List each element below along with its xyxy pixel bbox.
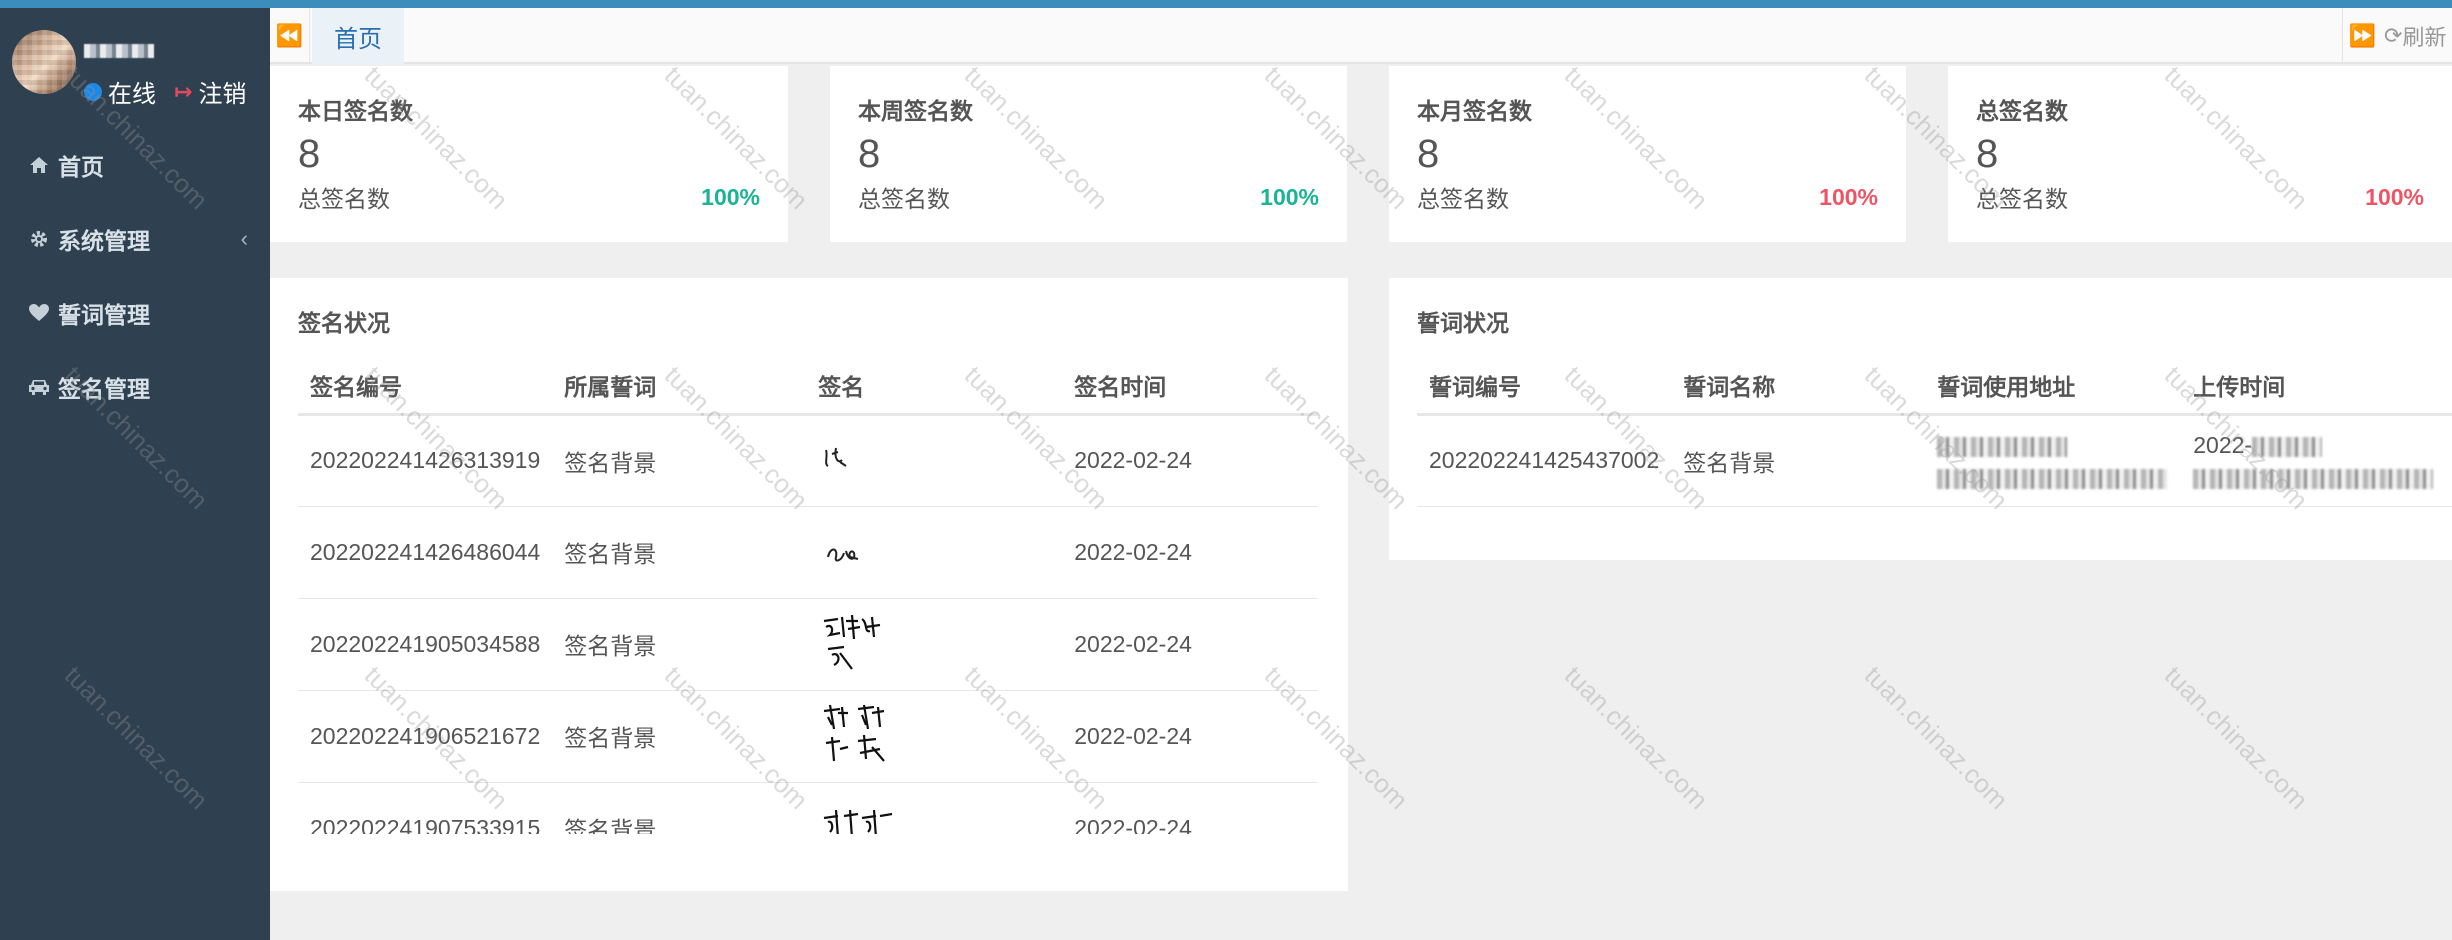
table-row[interactable]: 202202241426313919 签名背景 2022-02-24 [298, 414, 1318, 507]
table-row[interactable]: 202202241426486044 签名背景 2022-02-24 [298, 506, 1318, 599]
watermark-text: tuan.chinaz.com [1558, 660, 1714, 816]
sidebar-item-label: 誓词管理 [58, 302, 150, 328]
table-row[interactable]: 202202241907533915 签名背景 2022-02-24 [298, 782, 1318, 834]
stat-subtitle: 总签名数 [1417, 186, 1509, 212]
signature-id: 202202241426486044 [298, 506, 553, 599]
tab-scroll-left-icon[interactable]: ⏪ [270, 8, 310, 64]
online-label: 在线 [108, 81, 156, 108]
signature-image [806, 414, 1063, 507]
column-header[interactable]: 誓词编号 [1417, 358, 1672, 416]
refresh-icon: ⟳ [2384, 23, 2403, 48]
stat-card-month: 本月签名数 8 总签名数 100% [1389, 66, 1906, 242]
stat-card-week: 本周签名数 8 总签名数 100% [830, 66, 1347, 242]
stat-value: 8 [1976, 132, 1999, 176]
table-row[interactable]: 202202241905034588 签名背景 2022-02-24 [298, 598, 1318, 691]
home-icon [24, 155, 54, 175]
oath-upload-time: 2022- [2181, 414, 2452, 507]
signature-image [806, 506, 1063, 599]
signature-oath: 签名背景 [552, 506, 807, 599]
stat-percent: 100% [701, 184, 760, 210]
sidebar-item-label: 签名管理 [58, 376, 150, 402]
stat-percent: 100% [2365, 184, 2424, 210]
sidebar-nav: 首页 系统管理 ‹ 誓词管理 签名管理 [0, 128, 270, 424]
signature-id: 202202241907533915 [298, 782, 553, 834]
signature-oath: 签名背景 [552, 782, 807, 834]
column-header[interactable]: 所属誓词 [552, 358, 807, 416]
signature-image [806, 598, 1063, 691]
signature-time: 2022-02-24 [1062, 598, 1318, 691]
watermark-text: tuan.chinaz.com [1858, 660, 2014, 816]
signature-oath: 签名背景 [552, 414, 807, 507]
column-header[interactable]: 签名时间 [1062, 358, 1318, 416]
refresh-label: 刷新 [2402, 25, 2447, 50]
sidebar-item-home[interactable]: 首页 [0, 128, 270, 202]
refresh-button[interactable]: ⟳ 刷新 [2384, 8, 2446, 64]
column-header[interactable]: 签名编号 [298, 358, 553, 416]
oath-url-redacted [1925, 414, 2182, 507]
stat-subtitle: 总签名数 [298, 186, 390, 212]
signatures-table: 签名编号 所属誓词 签名 签名时间 202202241426313919 签名背… [298, 358, 1318, 834]
heart-icon [24, 303, 54, 323]
column-header[interactable]: 誓词名称 [1671, 358, 1926, 416]
stat-subtitle: 总签名数 [858, 186, 950, 212]
sidebar-item-signature[interactable]: 签名管理 [0, 350, 270, 424]
signatures-panel: 签名状况 签名编号 所属誓词 签名 签名时间 20220224142631391… [270, 278, 1348, 891]
stat-percent: 100% [1260, 184, 1319, 210]
watermark-text: tuan.chinaz.com [2158, 660, 2314, 816]
stat-title: 总签名数 [1976, 98, 2068, 124]
stat-card-today: 本日签名数 8 总签名数 100% [270, 66, 788, 242]
signature-oath: 签名背景 [552, 598, 807, 691]
oath-name: 签名背景 [1671, 414, 1926, 507]
signature-image [806, 782, 1063, 834]
sidebar-item-label: 首页 [58, 154, 104, 180]
sidebar-item-label: 系统管理 [58, 228, 150, 254]
stat-subtitle: 总签名数 [1976, 186, 2068, 212]
column-header[interactable]: 上传时间 [2181, 358, 2452, 416]
sidebar-item-oath[interactable]: 誓词管理 [0, 276, 270, 350]
oaths-panel: 誓词状况 誓词编号 誓词名称 誓词使用地址 上传时间 2022022414254… [1389, 278, 2452, 560]
signature-time: 2022-02-24 [1062, 782, 1318, 834]
oath-id: 202202241425437002 [1417, 414, 1672, 507]
column-header[interactable]: 誓词使用地址 [1925, 358, 2182, 416]
signature-time: 2022-02-24 [1062, 506, 1318, 599]
signatures-scroll-area[interactable]: 签名编号 所属誓词 签名 签名时间 202202241426313919 签名背… [270, 278, 1318, 834]
sidebar-item-system[interactable]: 系统管理 ‹ [0, 202, 270, 276]
stat-value: 8 [1417, 132, 1440, 176]
sidebar: 在线 ↦ 注销 首页 系统管理 ‹ 誓词管理 签名管理 [0, 8, 270, 940]
tab-scroll-right-icon[interactable]: ⏩ [2342, 8, 2382, 64]
avatar[interactable] [12, 30, 76, 94]
logout-icon[interactable]: ↦ [174, 79, 192, 105]
username-redacted [84, 44, 154, 58]
stat-card-total: 总签名数 8 总签名数 100% [1948, 66, 2452, 242]
signature-oath: 签名背景 [552, 690, 807, 783]
tab-home[interactable]: 首页 [312, 8, 404, 64]
table-row[interactable]: 202202241906521672 签名背景 2022-02-24 [298, 690, 1318, 783]
upload-time-prefix: 2022- [2193, 432, 2253, 458]
stat-value: 8 [858, 132, 881, 176]
column-header[interactable]: 签名 [806, 358, 1063, 416]
stat-title: 本周签名数 [858, 98, 973, 124]
logout-link[interactable]: 注销 [198, 74, 246, 109]
stat-title: 本日签名数 [298, 98, 413, 124]
chevron-left-icon: ‹ [240, 226, 248, 251]
top-accent-strip [0, 0, 2452, 8]
signature-id: 202202241906521672 [298, 690, 553, 783]
tab-bar: ⏪ 首页 ⏩ ⟳ 刷新 [270, 8, 2452, 64]
table-row[interactable]: 202202241425437002 签名背景 2022- [1417, 414, 2452, 507]
gear-icon [24, 229, 54, 249]
signature-id: 202202241426313919 [298, 414, 553, 507]
signature-time: 2022-02-24 [1062, 414, 1318, 507]
signature-time: 2022-02-24 [1062, 690, 1318, 783]
user-status: 在线 ↦ 注销 [84, 74, 246, 109]
signature-image [806, 690, 1063, 783]
car-icon [24, 377, 54, 397]
stat-title: 本月签名数 [1417, 98, 1532, 124]
stat-percent: 100% [1819, 184, 1878, 210]
stat-value: 8 [298, 132, 321, 176]
signature-id: 202202241905034588 [298, 598, 553, 691]
oaths-table: 誓词编号 誓词名称 誓词使用地址 上传时间 202202241425437002… [1417, 358, 2452, 507]
online-dot-icon [84, 82, 102, 101]
panel-title: 誓词状况 [1417, 310, 1509, 336]
